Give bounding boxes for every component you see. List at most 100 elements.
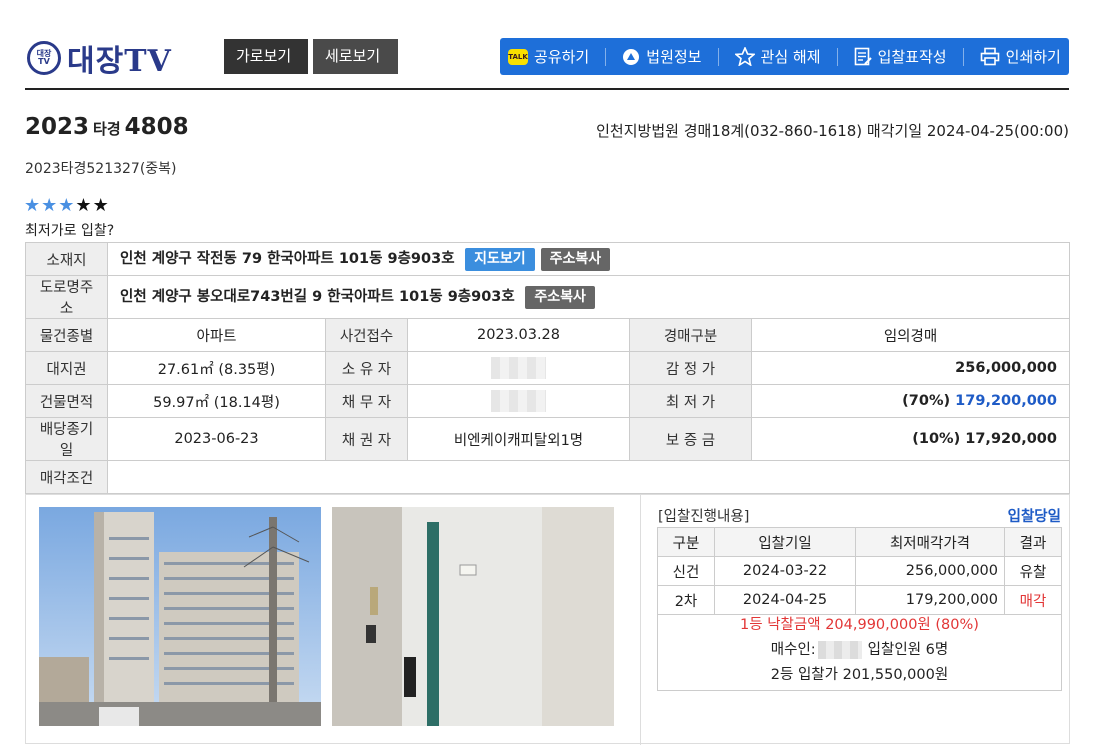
round-cell: 2차 [657,585,715,615]
court-info-button[interactable]: 법원정보 [622,46,701,67]
print-button[interactable]: 인쇄하기 [980,46,1061,67]
sale-result-box: 1등 낙찰금액 204,990,000원 (80%) 매수인: 입찰인원 6명 2… [657,613,1062,691]
table-row: 2차 2024-04-25 179,200,000 매각 [657,585,1062,615]
toolbar-divider [836,47,838,66]
toolbar-divider [605,47,607,66]
property-type-label: 물건종별 [25,318,108,352]
vertical-view-button[interactable]: 세로보기 [313,39,398,74]
debtor-value [407,384,630,418]
deposit-value: (10%) 17,920,000 [751,417,1070,461]
redacted-buyer [817,641,862,659]
building-exterior-photo[interactable] [39,507,321,726]
logo-text: 대장TV [67,44,172,79]
winning-bid: 1등 낙찰금액 204,990,000원 (80%) [740,617,979,633]
star-empty-icon: ★ [92,195,110,216]
building-area-value: 59.97㎡ (18.14평) [107,384,326,418]
redacted-owner [491,357,546,379]
col-result: 결과 [1004,527,1062,557]
star-empty-icon: ★ [75,195,93,216]
min-price-question: 최저가로 입찰? [25,223,115,239]
table-row: 대지권 27.61㎡ (8.35평) 소 유 자 감 정 가 256,000,0… [25,351,1070,385]
case-received-label: 사건접수 [325,318,408,352]
case-year: 2023 [25,114,90,140]
bid-history-table: 구분 입찰기일 최저매각가격 결과 신건 2024-03-22 256,000,… [657,527,1062,615]
toolbar-divider [717,47,719,66]
table-row: 도로명주소 인천 계양구 봉오대로743번길 9 한국아파트 101동 9층90… [25,275,1070,319]
buyer-line: 매수인: 입찰인원 6명 [658,638,1061,663]
bid-today-link[interactable]: 입찰당일 [1008,505,1061,526]
owner-value [407,351,630,385]
table-row: 매각조건 [25,460,1070,494]
min-price-amount: 179,200,000 [955,393,1057,409]
col-bid-date: 입찰기일 [714,527,856,557]
form-icon [854,47,872,67]
appraisal-label: 감 정 가 [629,351,752,385]
deposit-label: 보 증 금 [629,417,752,461]
horizontal-view-button[interactable]: 가로보기 [224,39,308,74]
star-filled-icon: ★ [41,195,59,216]
creditor-label: 채 권 자 [325,417,408,461]
buyer-label: 매수인: [770,642,816,658]
bid-progress-title: [입찰진행내용] [658,509,750,525]
sale-condition-value [107,460,1070,494]
share-button[interactable]: TALK 공유하기 [508,46,589,67]
unfavorite-label: 관심 해제 [760,48,821,66]
copy-road-address-button[interactable]: 주소복사 [525,285,595,309]
unit-door-photo[interactable] [332,507,614,726]
unfavorite-button[interactable]: 관심 해제 [734,46,821,67]
result-cell: 유찰 [1004,556,1062,586]
logo[interactable]: 대장 TV 대장TV [27,38,172,79]
bid-form-button[interactable]: 입찰표작성 [854,46,947,67]
owner-label: 소 유 자 [325,351,408,385]
bidder-count: 입찰인원 6명 [867,642,949,658]
col-round: 구분 [657,527,715,557]
star-filled-icon: ★ [24,195,42,216]
printer-icon [980,47,1000,66]
case-received-value: 2023.03.28 [407,318,630,352]
star-outline-icon [734,47,755,66]
court-icon [622,48,640,66]
redacted-debtor [491,390,546,412]
price-cell: 256,000,000 [855,556,1005,586]
min-price-value: (70%) 179,200,000 [751,384,1070,418]
result-cell-sold: 매각 [1004,585,1062,615]
date-cell: 2024-04-25 [714,585,856,615]
building-area-label: 건물면적 [25,384,108,418]
sale-condition-label: 매각조건 [25,460,108,494]
table-header-row: 구분 입찰기일 최저매각가격 결과 [657,527,1062,557]
location-cell: 인천 계양구 작전동 79 한국아파트 101동 9층903호 지도보기 주소복사 [107,242,1070,276]
case-serial: 4808 [124,114,189,140]
land-right-label: 대지권 [25,351,108,385]
auction-type-value: 임의경매 [751,318,1070,352]
lower-panel: [입찰진행내용] 입찰당일 구분 입찰기일 최저매각가격 결과 신건 2024-… [25,494,1070,745]
sub-case-number: 2023타경521327(중복) [25,161,177,177]
copy-address-button[interactable]: 주소복사 [540,247,611,271]
property-type-value: 아파트 [107,318,326,352]
table-row: 배당종기일 2023-06-23 채 권 자 비엔케이캐피탈외1명 보 증 금 … [25,417,1070,461]
panel-divider [640,495,641,745]
table-row: 소재지 인천 계양구 작전동 79 한국아파트 101동 9층903호 지도보기… [25,242,1070,276]
second-bid: 2등 입찰가 201,550,000원 [770,667,949,683]
rating-stars: ★★★★★ [24,195,110,216]
round-cell: 신건 [657,556,715,586]
page: 대장 TV 대장TV 가로보기 세로보기 TALK 공유하기 법원정보 관심 해… [0,0,1093,745]
table-row: 건물면적 59.97㎡ (18.14평) 채 무 자 최 저 가 (70%) 1… [25,384,1070,418]
action-toolbar: TALK 공유하기 법원정보 관심 해제 입찰표작성 인쇄하기 [500,38,1069,75]
bid-form-label: 입찰표작성 [877,48,947,66]
case-number: 2023 타경 4808 [25,114,189,140]
map-view-button[interactable]: 지도보기 [465,247,535,271]
property-info-table: 소재지 인천 계양구 작전동 79 한국아파트 101동 9층903호 지도보기… [25,242,1070,494]
creditor-value: 비엔케이캐피탈외1명 [407,417,630,461]
auction-type-label: 경매구분 [629,318,752,352]
location-address: 인천 계양구 작전동 79 한국아파트 101동 9층903호 [120,251,455,268]
location-label: 소재지 [25,242,108,276]
toolbar-divider [962,47,964,66]
table-row: 신건 2024-03-22 256,000,000 유찰 [657,556,1062,586]
header: 대장 TV 대장TV 가로보기 세로보기 TALK 공유하기 법원정보 관심 해… [25,36,1069,90]
table-row: 물건종별 아파트 사건접수 2023.03.28 경매구분 임의경매 [25,318,1070,352]
appraisal-value: 256,000,000 [751,351,1070,385]
col-min-price: 최저매각가격 [855,527,1005,557]
date-cell: 2024-03-22 [714,556,856,586]
debtor-label: 채 무 자 [325,384,408,418]
road-address: 인천 계양구 봉오대로743번길 9 한국아파트 101동 9층903호 [120,289,515,306]
